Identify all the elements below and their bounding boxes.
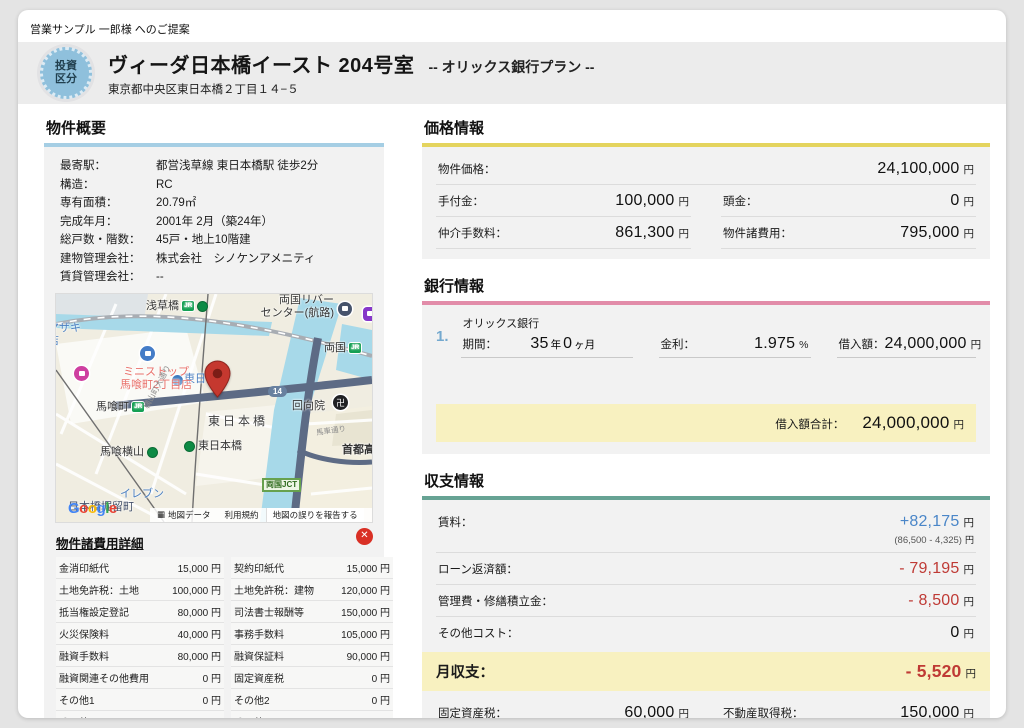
hotel-poi-icon	[74, 366, 89, 381]
bank-section-title: 銀行情報	[422, 275, 990, 305]
map-data-label: ▦地図データ	[150, 509, 218, 521]
map-attribution-bar: ▦地図データ 利用規約 地図の誤りを報告する	[150, 508, 372, 522]
investment-type-badge: 投資 区分	[40, 47, 92, 99]
report-error-link[interactable]: 地図の誤りを報告する	[266, 508, 364, 522]
acquisition-tax-field: 不動産取得税：150,000円	[721, 697, 976, 718]
station-dot-icon	[184, 441, 195, 452]
map-label-asakusabashi: 浅草橋JR	[146, 300, 208, 313]
overview-row: 構造：RC	[56, 176, 372, 195]
map-label-ekoin: 回向院	[292, 400, 325, 413]
costs-row: 火災保険料40,000 円事務手数料105,000 円	[56, 622, 393, 644]
deposit-field: 手付金：100,000円	[436, 185, 691, 217]
google-map[interactable]: 浅草橋JR 両国リバーセンター(航路) 両国JR マザキ店 ミニストップ馬喰町2…	[56, 294, 372, 522]
jr-badge-icon: JR	[349, 343, 361, 353]
overview-row: 総戸数・階数：45戸・地上10階建	[56, 231, 372, 250]
map-label-river-center: 両国リバーセンター(航路)	[242, 294, 334, 320]
rent-field: 賃料： +82,175円(86,500 - 4,325)円	[436, 506, 976, 553]
price-panel: 物件価格：24,100,000円 手付金：100,000円 頭金：0円 仲介手数…	[422, 147, 990, 259]
temple-manji-icon: 卍	[333, 395, 348, 410]
right-column: 価格情報 物件価格：24,100,000円 手付金：100,000円 頭金：0円…	[422, 117, 990, 718]
station-dot-icon	[147, 447, 158, 458]
header-text: ヴィーダ日本橋イースト 204号室 -- オリックス銀行プラン -- 東京都中央…	[108, 49, 594, 97]
down-payment-field: 頭金：0円	[721, 185, 976, 217]
map-label-higashinihombashi-area: 東日本橋	[208, 414, 268, 428]
property-price-field: 物件価格：24,100,000円	[436, 153, 976, 185]
overview-row: 賃貸管理会社：--	[56, 268, 372, 287]
map-label-bakuroyokoyama: 馬喰横山	[100, 446, 158, 459]
overview-panel: 最寄駅：都営浅草線 東日本橋駅 徒歩2分 構造：RC 専有面積：20.79㎡ 完…	[44, 147, 384, 718]
terms-link[interactable]: 利用規約	[218, 509, 266, 521]
map-label-higashinihombashi-station: 東日本橋	[184, 440, 242, 453]
costs-detail-title: 物件諸費用詳細	[56, 531, 372, 557]
price-section-title: 価格情報	[422, 117, 990, 147]
google-logo: Google	[68, 500, 117, 517]
overview-row: 専有面積：20.79㎡	[56, 194, 372, 213]
jr-badge-icon: JR	[182, 301, 194, 311]
other-cost-field: その他コスト：0円	[436, 617, 976, 648]
costs-table: 金消印紙代15,000 円契約印紙代15,000 円 土地免許税：土地100,0…	[56, 557, 393, 719]
proposal-line: 営業サンプル 一郎様 へのご提案	[18, 10, 1006, 42]
management-fee-field: 管理費・修繕積立金：- 8,500円	[436, 585, 976, 617]
map-label-shutoko: 首都高	[342, 444, 372, 457]
costs-row: 土地免許税：土地100,000 円土地免許税：建物120,000 円	[56, 578, 393, 600]
map-label-bakurocho: 馬喰町JR	[96, 401, 144, 414]
costs-row: 融資手数料80,000 円融資保証料90,000 円	[56, 644, 393, 666]
header-band: 投資 区分 ヴィーダ日本橋イースト 204号室 -- オリックス銀行プラン --…	[18, 42, 1006, 104]
bank-index: 1.	[436, 315, 449, 358]
property-costs-field: 物件諸費用：795,000円	[721, 217, 976, 249]
purple-poi-icon	[363, 307, 372, 321]
station-dot-icon	[197, 301, 208, 312]
keyboard-icon: ▦	[157, 509, 165, 520]
overview-section-title: 物件概要	[44, 117, 384, 147]
interest-rate-field: 金利：1.975%	[659, 335, 811, 358]
balance-section-title: 収支情報	[422, 470, 990, 500]
overview-row: 建物管理会社：株式会社 シノケンアメニティ	[56, 250, 372, 269]
badge-line2: 区分	[55, 73, 77, 86]
store-poi-icon	[140, 346, 155, 361]
costs-row: 抵当権設定登記80,000 円司法書士報酬等150,000 円	[56, 600, 393, 622]
loan-total-row: 借入額合計：24,000,000円	[436, 404, 976, 442]
map-label-yamazaki: マザキ店	[56, 322, 81, 348]
overview-row: 完成年月：2001年 2月（築24年）	[56, 213, 372, 232]
brokerage-fee-field: 仲介手数料：861,300円	[436, 217, 691, 249]
bank-panel: 1. オリックス銀行 期間：35年0ヶ月 金利：1.975% 借入額：24,00…	[422, 305, 990, 454]
property-tax-field: 固定資産税：60,000円	[436, 697, 691, 718]
loan-period-field: 期間：35年0ヶ月	[461, 335, 633, 358]
costs-row: その他30 円その他40 円	[56, 710, 393, 718]
costs-row: 金消印紙代15,000 円契約印紙代15,000 円	[56, 557, 393, 579]
bank-row: 1. オリックス銀行 期間：35年0ヶ月 金利：1.975% 借入額：24,00…	[436, 315, 976, 358]
loan-repayment-field: ローン返済額：- 79,195円	[436, 553, 976, 585]
costs-row: その他10 円その他20 円	[56, 688, 393, 710]
route-14-badge: 14	[268, 386, 287, 397]
boat-poi-icon	[338, 302, 352, 316]
map-pin-icon	[204, 360, 231, 398]
overview-row: 最寄駅：都営浅草線 東日本橋駅 徒歩2分	[56, 157, 372, 176]
badge-line1: 投資	[55, 60, 77, 73]
map-label-seven-eleven: イレブン	[120, 488, 164, 501]
costs-row: 融資関連その他費用0 円固定資産税0 円	[56, 666, 393, 688]
loan-amount-field: 借入額：24,000,000円	[837, 335, 976, 358]
property-address: 東京都中央区東日本橋２丁目１４−５	[108, 81, 594, 97]
bank-name: オリックス銀行	[461, 315, 976, 331]
proposal-page: 営業サンプル 一郎様 へのご提案 投資 区分 ヴィーダ日本橋イースト 204号室…	[18, 10, 1006, 718]
left-column: 物件概要 最寄駅：都営浅草線 東日本橋駅 徒歩2分 構造：RC 専有面積：20.…	[44, 117, 384, 718]
balance-panel: 賃料： +82,175円(86,500 - 4,325)円 ローン返済額：- 7…	[422, 500, 990, 718]
monthly-balance-row: 月収支：- 5,520円	[422, 652, 990, 691]
costs-detail-block: 物件諸費用詳細 ✕ 金消印紙代15,000 円契約印紙代15,000 円 土地免…	[56, 531, 372, 719]
ryogoku-jct-badge: 両国JCT	[262, 478, 301, 493]
close-icon[interactable]: ✕	[356, 528, 373, 545]
page-title: ヴィーダ日本橋イースト 204号室	[108, 49, 414, 78]
map-label-ryogoku: 両国JR	[324, 342, 361, 355]
plan-name: -- オリックス銀行プラン --	[428, 57, 594, 77]
